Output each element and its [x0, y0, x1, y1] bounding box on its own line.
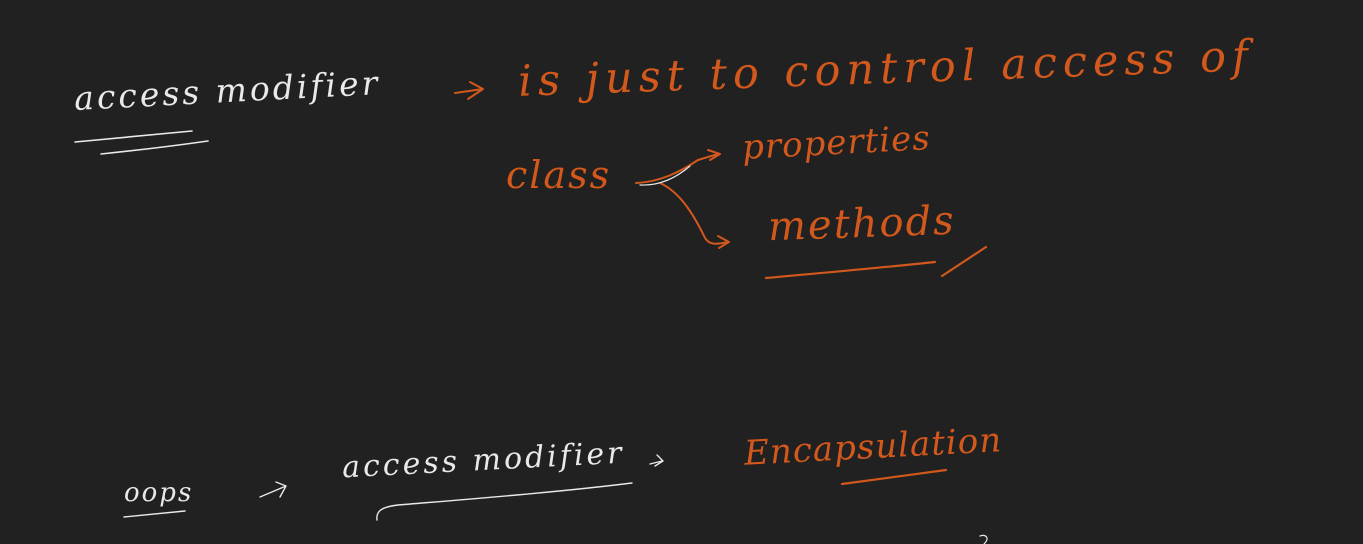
underline-access-2 — [100, 140, 209, 155]
underline-oops — [123, 510, 186, 518]
underline-encapsulation — [840, 468, 948, 486]
arrow-right-icon-2 — [259, 481, 287, 498]
edge-mark — [979, 534, 988, 544]
note-methods: methods — [767, 197, 957, 251]
slash-mark — [940, 245, 988, 278]
brace-upper-arrow — [635, 149, 721, 184]
note-class: class — [506, 153, 612, 197]
arrow-right-icon — [454, 81, 484, 100]
note-properties: properties — [741, 118, 932, 168]
underline-access-1 — [74, 130, 193, 143]
brace-lower-arrow — [659, 182, 730, 249]
underline-access-modifier-2 — [376, 482, 633, 521]
whiteboard-canvas: access modifier is just to control acces… — [0, 0, 1363, 544]
note-oops: oops — [124, 478, 194, 508]
arrow-right-icon-3 — [649, 454, 664, 467]
underline-methods — [764, 260, 937, 280]
